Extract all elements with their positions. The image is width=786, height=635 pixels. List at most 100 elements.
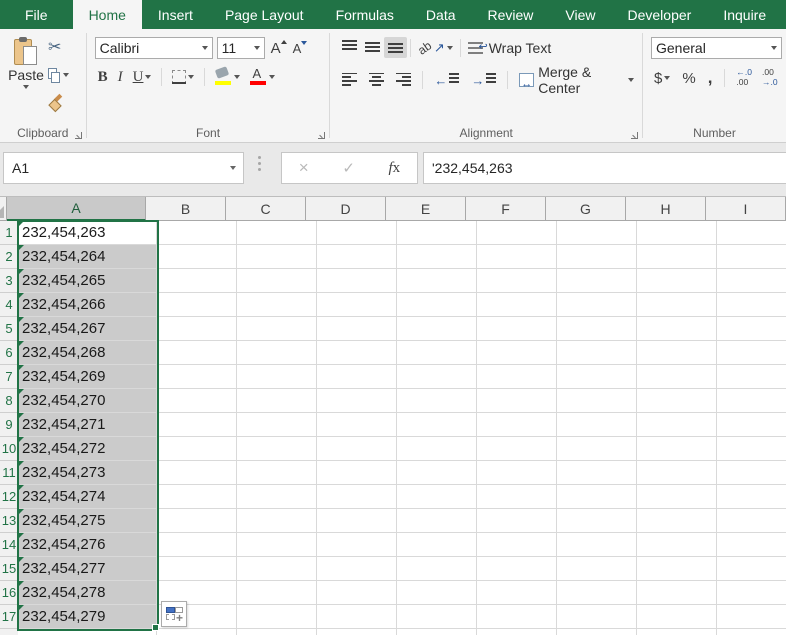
cell-C7[interactable] xyxy=(237,365,317,389)
tab-home[interactable]: Home xyxy=(73,0,142,29)
cell-G3[interactable] xyxy=(557,269,637,293)
enter-icon[interactable]: ✓ xyxy=(342,159,355,177)
font-size-combo[interactable]: 11 xyxy=(217,37,265,59)
cell-C11[interactable] xyxy=(237,461,317,485)
row-header-8[interactable]: 8 xyxy=(0,389,18,413)
cancel-icon[interactable]: × xyxy=(299,158,309,178)
cell-G8[interactable] xyxy=(557,389,637,413)
cell-B8[interactable] xyxy=(157,389,237,413)
formula-bar-resize-handle[interactable] xyxy=(258,156,261,171)
cell-I4[interactable] xyxy=(717,293,786,317)
row-header-1[interactable]: 1 xyxy=(0,221,18,245)
cell-E9[interactable] xyxy=(397,413,477,437)
cell-I10[interactable] xyxy=(717,437,786,461)
cell-C17[interactable] xyxy=(237,605,317,629)
cell-A18[interactable] xyxy=(18,629,157,635)
cell-H12[interactable] xyxy=(637,485,717,509)
cell-E1[interactable] xyxy=(397,221,477,245)
borders-button[interactable] xyxy=(169,70,197,84)
cell-B14[interactable] xyxy=(157,533,237,557)
paste-dropdown-icon[interactable] xyxy=(23,85,29,89)
cell-G11[interactable] xyxy=(557,461,637,485)
accounting-dropdown-icon[interactable] xyxy=(664,76,670,80)
cell-B11[interactable] xyxy=(157,461,237,485)
cell-B2[interactable] xyxy=(157,245,237,269)
column-header-g[interactable]: G xyxy=(546,197,626,221)
cell-E17[interactable] xyxy=(397,605,477,629)
cell-A4[interactable]: 232,454,266 xyxy=(18,293,157,317)
row-header-16[interactable]: 16 xyxy=(0,581,18,605)
cell-E16[interactable] xyxy=(397,581,477,605)
cell-F10[interactable] xyxy=(477,437,557,461)
cell-F8[interactable] xyxy=(477,389,557,413)
cell-D5[interactable] xyxy=(317,317,397,341)
cell-D17[interactable] xyxy=(317,605,397,629)
cell-I16[interactable] xyxy=(717,581,786,605)
cell-E5[interactable] xyxy=(397,317,477,341)
tab-view[interactable]: View xyxy=(549,0,611,29)
tab-review[interactable]: Review xyxy=(472,0,550,29)
cell-D8[interactable] xyxy=(317,389,397,413)
cell-D4[interactable] xyxy=(317,293,397,317)
tab-insert[interactable]: Insert xyxy=(142,0,209,29)
cell-I7[interactable] xyxy=(717,365,786,389)
font-color-button[interactable]: A xyxy=(247,68,278,86)
wrap-text-button[interactable]: Wrap Text xyxy=(464,40,556,56)
paste-button[interactable]: Paste xyxy=(6,37,46,112)
cell-H3[interactable] xyxy=(637,269,717,293)
cell-E2[interactable] xyxy=(397,245,477,269)
tab-page-layout[interactable]: Page Layout xyxy=(209,0,320,29)
auto-fill-options-button[interactable]: + xyxy=(161,601,187,627)
cell-B13[interactable] xyxy=(157,509,237,533)
cell-G4[interactable] xyxy=(557,293,637,317)
percent-style-button[interactable]: % xyxy=(679,70,698,87)
cell-C12[interactable] xyxy=(237,485,317,509)
cell-D6[interactable] xyxy=(317,341,397,365)
cell-D15[interactable] xyxy=(317,557,397,581)
cell-A2[interactable]: 232,454,264 xyxy=(18,245,157,269)
name-box-dropdown-icon[interactable] xyxy=(230,166,236,170)
column-header-d[interactable]: D xyxy=(306,197,386,221)
cell-C16[interactable] xyxy=(237,581,317,605)
cell-F12[interactable] xyxy=(477,485,557,509)
cell-I5[interactable] xyxy=(717,317,786,341)
cell-I11[interactable] xyxy=(717,461,786,485)
row-header-5[interactable]: 5 xyxy=(0,317,18,341)
font-name-dropdown-icon[interactable] xyxy=(202,46,208,50)
borders-dropdown-icon[interactable] xyxy=(188,75,194,79)
cell-G16[interactable] xyxy=(557,581,637,605)
cell-G12[interactable] xyxy=(557,485,637,509)
cell-I15[interactable] xyxy=(717,557,786,581)
cell-E8[interactable] xyxy=(397,389,477,413)
cell-H8[interactable] xyxy=(637,389,717,413)
cell-G10[interactable] xyxy=(557,437,637,461)
number-format-dropdown-icon[interactable] xyxy=(771,46,777,50)
cell-E11[interactable] xyxy=(397,461,477,485)
row-header-14[interactable]: 14 xyxy=(0,533,18,557)
column-header-f[interactable]: F xyxy=(466,197,546,221)
align-right-button[interactable] xyxy=(392,70,415,91)
cell-G2[interactable] xyxy=(557,245,637,269)
cell-G7[interactable] xyxy=(557,365,637,389)
column-header-i[interactable]: I xyxy=(706,197,786,221)
grow-font-button[interactable]: A xyxy=(271,40,287,57)
cell-I1[interactable] xyxy=(717,221,786,245)
orientation-button[interactable]: ab↗ xyxy=(414,38,456,58)
cell-E7[interactable] xyxy=(397,365,477,389)
row-header-4[interactable]: 4 xyxy=(0,293,18,317)
cell-H6[interactable] xyxy=(637,341,717,365)
cell-C1[interactable] xyxy=(237,221,317,245)
decrease-decimal-button[interactable]: .00→.0 xyxy=(760,68,780,88)
cell-E12[interactable] xyxy=(397,485,477,509)
row-header-2[interactable]: 2 xyxy=(0,245,18,269)
cell-I6[interactable] xyxy=(717,341,786,365)
cell-D7[interactable] xyxy=(317,365,397,389)
cell-B4[interactable] xyxy=(157,293,237,317)
cell-H18[interactable] xyxy=(637,629,717,635)
cell-H9[interactable] xyxy=(637,413,717,437)
align-left-button[interactable] xyxy=(338,70,361,91)
cell-G17[interactable] xyxy=(557,605,637,629)
font-dialog-launcher[interactable] xyxy=(318,132,325,139)
underline-dropdown-icon[interactable] xyxy=(145,75,151,79)
row-header-15[interactable]: 15 xyxy=(0,557,18,581)
